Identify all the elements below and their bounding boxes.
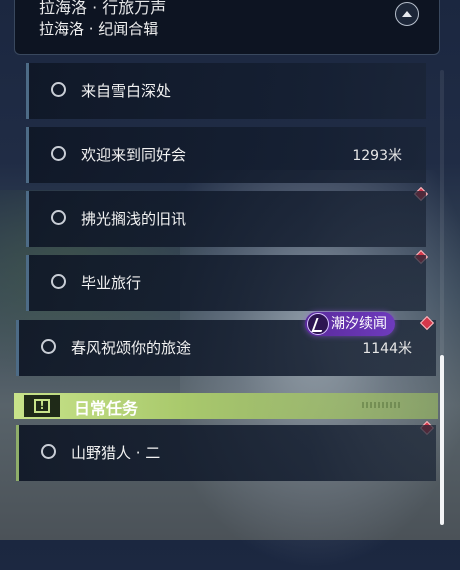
quest-name: 山野猎人 · 二 [71,444,161,462]
quest-name: 春风祝颂你的旅途 [71,339,192,357]
daily-section-icon-box: ! [24,395,60,417]
quest-name: 欢迎来到同好会 [81,146,187,164]
scrollbar-thumb[interactable] [440,355,444,525]
tide-event-tag: 潮汐续闻 [305,312,395,336]
section-title: 日常任务 [74,399,139,418]
section-decoration [362,402,402,408]
quest-distance: 1293米 [352,148,402,164]
quest-item[interactable]: 拂光搁浅的旧讯 [26,191,426,247]
quest-name: 毕业旅行 [81,274,142,292]
daily-quest-section-header[interactable]: ! 日常任务 [14,393,438,419]
quest-status-circle-icon [51,210,66,225]
quest-name: 拂光搁浅的旧讯 [81,210,187,228]
quest-status-circle-icon [41,444,56,459]
exclamation-icon: ! [34,399,50,413]
header-title: 拉海洛 · 行旅万声 [39,0,167,17]
quest-header: 拉海洛 · 行旅万声 拉海洛 · 纪闻合辑 [14,0,440,55]
quest-status-circle-icon [51,82,66,97]
quest-status-circle-icon [51,274,66,289]
tide-event-icon [307,313,329,335]
quest-item[interactable]: 来自雪白深处 [26,63,426,119]
quest-item[interactable]: 毕业旅行 [26,255,426,311]
quest-item[interactable]: 欢迎来到同好会 1293米 [26,127,426,183]
quest-distance: 1144米 [362,341,412,357]
tag-label: 潮汐续闻 [331,316,387,332]
daily-quest-item[interactable]: 山野猎人 · 二 [16,425,436,481]
quest-status-circle-icon [41,339,56,354]
scrollbar-track[interactable] [440,70,444,355]
header-subtitle: 拉海洛 · 纪闻合辑 [39,20,159,38]
quest-name: 来自雪白深处 [81,82,172,100]
collapse-chevron-up-icon[interactable] [395,2,419,26]
quest-status-circle-icon [51,146,66,161]
